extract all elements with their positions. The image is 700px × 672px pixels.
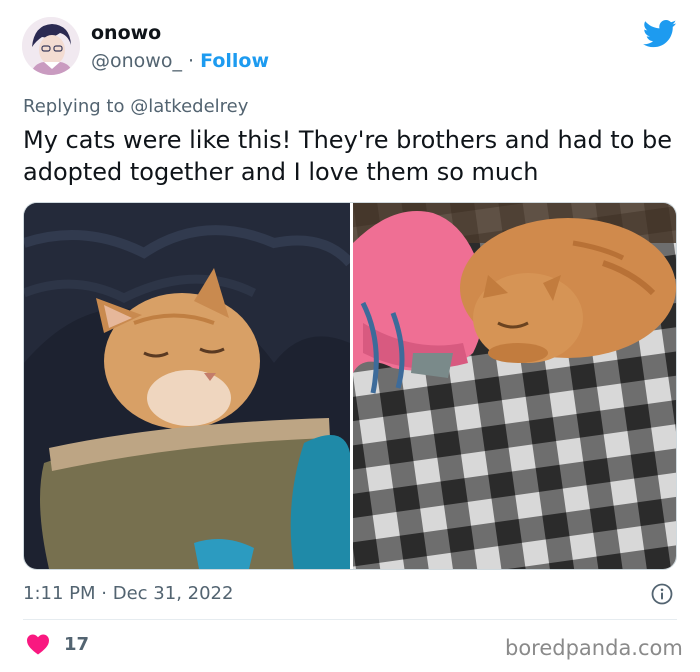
handle-separator: ·	[188, 50, 195, 72]
time-separator: ·	[101, 583, 107, 604]
heart-icon[interactable]	[26, 633, 50, 655]
reply-context: Replying to @latkedelrey	[23, 96, 248, 117]
author-handle-row: @onowo_ · Follow	[91, 50, 269, 72]
reply-mention-link[interactable]: @latkedelrey	[130, 96, 248, 117]
author-handle[interactable]: @onowo_	[91, 50, 182, 72]
like-count[interactable]: 17	[64, 634, 89, 655]
cat-photo-right[interactable]	[353, 203, 677, 569]
watermark: boredpanda.com	[505, 636, 683, 660]
tweet-text: My cats were like this! They're brothers…	[23, 126, 673, 186]
avatar[interactable]	[22, 17, 80, 75]
twitter-bird-icon[interactable]	[643, 19, 677, 49]
tweet-date: Dec 31, 2022	[112, 583, 234, 604]
follow-button[interactable]: Follow	[200, 50, 269, 72]
tweet-time: 1:11 PM	[23, 583, 96, 604]
divider	[23, 619, 677, 620]
cat-photo-left[interactable]	[24, 203, 350, 569]
info-icon[interactable]	[651, 583, 673, 605]
tweet-timestamp[interactable]: 1:11 PM · Dec 31, 2022	[23, 583, 233, 604]
tweet-media[interactable]	[23, 202, 677, 570]
author-name[interactable]: onowo	[91, 22, 161, 44]
reply-prefix: Replying to	[23, 96, 125, 117]
tweet-card: onowo @onowo_ · Follow Replying to @latk…	[0, 0, 700, 672]
